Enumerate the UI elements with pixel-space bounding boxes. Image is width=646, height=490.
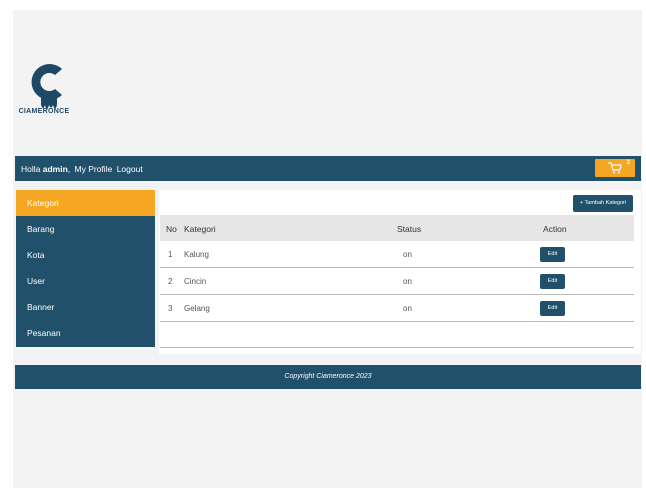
page-footer: Copyright Ciameronce 2023 bbox=[15, 365, 641, 389]
sidebar-item-user[interactable]: User bbox=[16, 268, 155, 294]
greeting-comma: , bbox=[67, 164, 71, 174]
cart-button[interactable]: 2 bbox=[595, 159, 635, 177]
sidebar: Kategori Barang Kota User Banner Pesanan bbox=[16, 190, 155, 347]
row-no: 2 bbox=[168, 277, 173, 286]
row-kategori: Kalung bbox=[184, 250, 209, 259]
sidebar-item-kota[interactable]: Kota bbox=[16, 242, 155, 268]
cart-icon bbox=[608, 162, 622, 174]
category-table: No Kategori Status Action 1 Kalung on Ed… bbox=[160, 215, 634, 348]
column-header-action: Action bbox=[543, 224, 567, 234]
logo-text: CIAMERONCE bbox=[18, 108, 70, 115]
sidebar-item-barang[interactable]: Barang bbox=[16, 216, 155, 242]
greeting-text: Holla bbox=[21, 164, 41, 174]
row-no: 1 bbox=[168, 250, 173, 259]
table-row: 3 Gelang on Edit bbox=[160, 295, 634, 322]
edit-button[interactable]: Edit bbox=[540, 247, 565, 262]
row-kategori: Cincin bbox=[184, 277, 207, 286]
my-profile-link[interactable]: My Profile bbox=[75, 164, 113, 174]
user-greeting: Holla admin, My Profile Logout bbox=[21, 164, 143, 174]
row-status: on bbox=[403, 304, 412, 313]
column-header-no: No bbox=[166, 224, 177, 234]
add-category-button[interactable]: + Tambah Kategori bbox=[573, 195, 633, 212]
logout-link[interactable]: Logout bbox=[117, 164, 143, 174]
table-footer-row bbox=[160, 322, 634, 348]
edit-button[interactable]: Edit bbox=[540, 274, 565, 289]
cart-count-badge: 2 bbox=[626, 160, 630, 166]
row-no: 3 bbox=[168, 304, 173, 313]
row-status: on bbox=[403, 250, 412, 259]
sidebar-item-kategori[interactable]: Kategori bbox=[16, 190, 155, 216]
top-navbar: Holla admin, My Profile Logout 2 bbox=[15, 156, 641, 181]
table-header: No Kategori Status Action bbox=[160, 215, 634, 241]
column-header-status: Status bbox=[397, 224, 422, 234]
table-row: 1 Kalung on Edit bbox=[160, 241, 634, 268]
username: admin bbox=[42, 164, 68, 174]
sidebar-item-pesanan[interactable]: Pesanan bbox=[16, 320, 155, 346]
column-header-kategori: Kategori bbox=[184, 224, 216, 234]
row-status: on bbox=[403, 277, 412, 286]
table-row: 2 Cincin on Edit bbox=[160, 268, 634, 295]
main-content: + Tambah Kategori No Kategori Status Act… bbox=[159, 190, 641, 354]
sidebar-item-banner[interactable]: Banner bbox=[16, 294, 155, 320]
row-kategori: Gelang bbox=[184, 304, 210, 313]
edit-button[interactable]: Edit bbox=[540, 301, 565, 316]
